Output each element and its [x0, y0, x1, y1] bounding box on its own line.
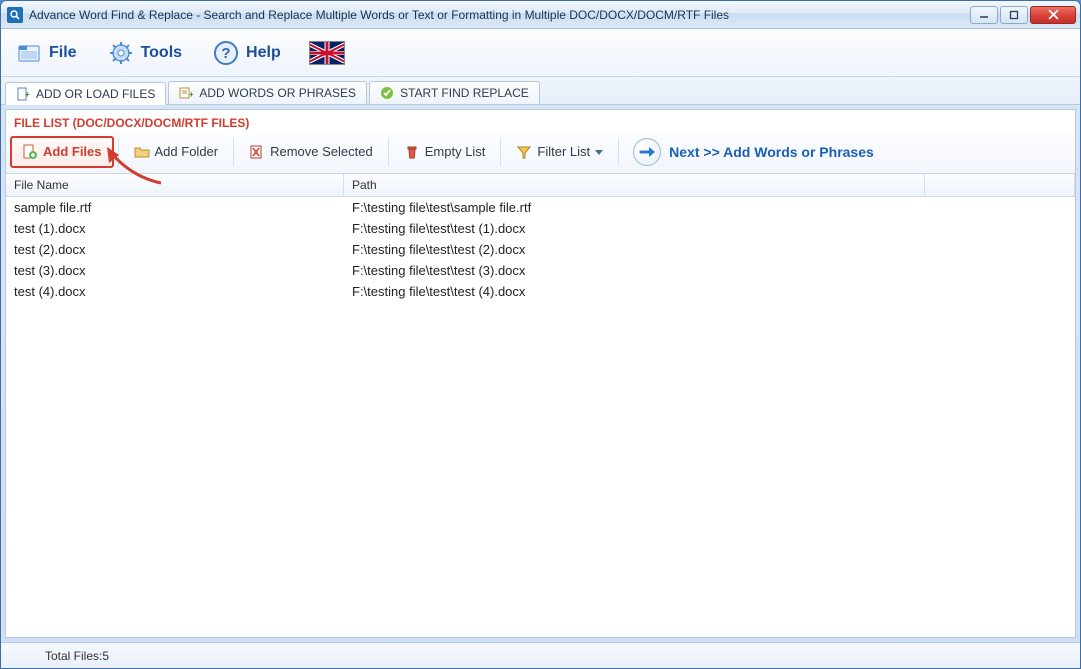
cell-file-path: F:\testing file\test\test (2).docx [344, 239, 1075, 260]
empty-list-button[interactable]: Empty List [393, 137, 497, 167]
app-icon [7, 7, 23, 23]
tab-add-words-label: ADD WORDS OR PHRASES [199, 86, 356, 100]
cell-file-path: F:\testing file\test\test (3).docx [344, 260, 1075, 281]
remove-selected-label: Remove Selected [270, 144, 373, 159]
add-file-icon [22, 144, 38, 160]
menu-file-label: File [49, 44, 77, 62]
toolbar-separator [233, 138, 234, 166]
menu-help[interactable]: ? Help [206, 35, 287, 71]
filter-list-button[interactable]: Filter List [505, 137, 614, 167]
table-row[interactable]: test (3).docx F:\testing file\test\test … [6, 260, 1075, 281]
dropdown-icon [595, 148, 603, 156]
tab-add-files[interactable]: + ADD OR LOAD FILES [5, 82, 166, 105]
status-count: 5 [102, 649, 109, 663]
maximize-button[interactable] [1000, 6, 1028, 24]
tab-start-replace-label: START FIND REPLACE [400, 86, 529, 100]
table-row[interactable]: test (1).docx F:\testing file\test\test … [6, 218, 1075, 239]
file-icon [15, 39, 43, 67]
app-window: Advance Word Find & Replace - Search and… [0, 0, 1081, 669]
tab-add-files-label: ADD OR LOAD FILES [36, 87, 155, 101]
empty-list-label: Empty List [425, 144, 486, 159]
window-title: Advance Word Find & Replace - Search and… [29, 8, 970, 22]
toolbar-separator [388, 138, 389, 166]
table-row[interactable]: sample file.rtf F:\testing file\test\sam… [6, 197, 1075, 218]
statusbar: Total Files:5 [1, 642, 1080, 668]
svg-text:+: + [189, 90, 193, 99]
titlebar: Advance Word Find & Replace - Search and… [1, 1, 1080, 29]
svg-text:+: + [25, 90, 30, 99]
trash-icon [404, 144, 420, 160]
next-label: Next >> Add Words or Phrases [669, 144, 874, 160]
menu-tools-label: Tools [141, 44, 182, 62]
menu-file[interactable]: File [9, 35, 83, 71]
close-button[interactable] [1030, 6, 1076, 24]
cell-file-path: F:\testing file\test\sample file.rtf [344, 197, 1075, 218]
status-total-files: Total Files:5 [45, 649, 109, 663]
next-rest: Add Words or Phrases [723, 144, 874, 160]
add-folder-label: Add Folder [155, 144, 219, 159]
menubar: File Tools ? Help [1, 29, 1080, 77]
table-row[interactable]: test (2).docx F:\testing file\test\test … [6, 239, 1075, 260]
svg-text:?: ? [221, 45, 230, 62]
column-header-extra[interactable] [925, 174, 1075, 196]
document-add-icon: + [16, 87, 30, 101]
content-area: FILE LIST (DOC/DOCX/DOCM/RTF FILES) Add … [5, 109, 1076, 638]
next-button[interactable]: Next >> Add Words or Phrases [623, 134, 884, 170]
file-toolbar: Add Files Add Folder Remove Selected [6, 132, 1075, 174]
tabs-row: + ADD OR LOAD FILES + ADD WORDS OR PHRAS… [1, 77, 1080, 105]
filter-list-label: Filter List [537, 144, 590, 159]
filter-icon [516, 144, 532, 160]
words-icon: + [179, 86, 193, 100]
table-header: File Name Path [6, 174, 1075, 197]
table-row[interactable]: test (4).docx F:\testing file\test\test … [6, 281, 1075, 302]
minimize-button[interactable] [970, 6, 998, 24]
toolbar-separator [618, 138, 619, 166]
menu-tools[interactable]: Tools [101, 35, 188, 71]
add-files-button[interactable]: Add Files [10, 136, 114, 168]
cell-file-name: test (3).docx [6, 260, 344, 281]
cell-file-name: sample file.rtf [6, 197, 344, 218]
tab-start-replace[interactable]: START FIND REPLACE [369, 81, 540, 104]
cell-file-name: test (2).docx [6, 239, 344, 260]
toolbar-separator [500, 138, 501, 166]
cell-file-name: test (1).docx [6, 218, 344, 239]
table-body[interactable]: sample file.rtf F:\testing file\test\sam… [6, 197, 1075, 637]
column-header-path[interactable]: Path [344, 174, 925, 196]
section-title: FILE LIST (DOC/DOCX/DOCM/RTF FILES) [6, 110, 1075, 132]
status-label: Total Files: [45, 649, 102, 663]
menu-language[interactable] [305, 37, 351, 69]
add-files-label: Add Files [43, 144, 102, 159]
arrow-right-icon [633, 138, 661, 166]
tab-add-words[interactable]: + ADD WORDS OR PHRASES [168, 81, 367, 104]
statusbar-grip-icon [25, 649, 39, 663]
add-folder-button[interactable]: Add Folder [123, 137, 230, 167]
uk-flag-icon [309, 41, 345, 65]
remove-selected-button[interactable]: Remove Selected [238, 137, 384, 167]
toolbar-separator [118, 138, 119, 166]
remove-icon [249, 144, 265, 160]
gear-icon [107, 39, 135, 67]
menu-help-label: Help [246, 44, 281, 62]
check-icon [380, 86, 394, 100]
next-prefix: Next >> [669, 144, 720, 160]
folder-icon [134, 144, 150, 160]
cell-file-path: F:\testing file\test\test (1).docx [344, 218, 1075, 239]
help-icon: ? [212, 39, 240, 67]
window-controls [970, 6, 1076, 24]
column-header-name[interactable]: File Name [6, 174, 344, 196]
cell-file-path: F:\testing file\test\test (4).docx [344, 281, 1075, 302]
cell-file-name: test (4).docx [6, 281, 344, 302]
